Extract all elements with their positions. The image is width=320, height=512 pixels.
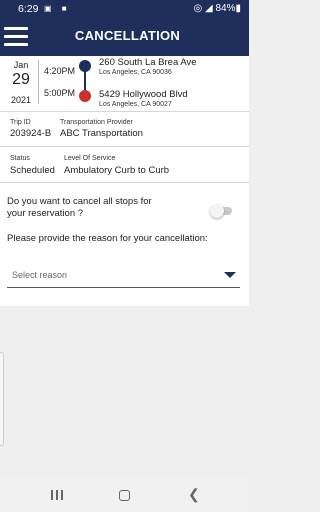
trip-day: 29	[12, 71, 30, 88]
reason-prompt: Please provide the reason for your cance…	[7, 233, 208, 244]
dropoff-address: 5429 Hollywood Blvd	[99, 89, 188, 100]
divider	[0, 146, 249, 147]
system-nav-bar: ❮	[0, 478, 249, 512]
home-icon[interactable]	[119, 490, 130, 501]
trip-month: Jan	[13, 60, 29, 70]
service-label: Level Of Service	[64, 155, 116, 162]
provider-value: ABC Transportation	[60, 128, 143, 139]
trip-id-value: 203924-B	[10, 128, 52, 139]
reason-placeholder: Select reason	[12, 270, 68, 280]
status-label: Status	[10, 155, 30, 162]
divider	[0, 111, 249, 112]
status-indicators: ◎ ◢ 84%▮	[193, 3, 242, 14]
pickup-dot-icon	[79, 60, 91, 72]
provider-label: Transportation Provider	[60, 119, 133, 126]
back-icon[interactable]: ❮	[188, 486, 200, 503]
dropoff-city: Los Angeles, CA 90027	[99, 101, 172, 108]
reason-select[interactable]: Select reason	[7, 264, 240, 288]
cancel-all-toggle[interactable]	[210, 204, 234, 218]
trip-date: Jan 29 2021	[8, 60, 34, 105]
trip-id-label: Trip ID	[10, 119, 31, 126]
status-bar: 6:29 ▣ ■ ◎ ◢ 84%▮	[0, 0, 249, 18]
status-time: 6:29	[18, 3, 39, 15]
dropoff-time: 5:00PM	[44, 88, 76, 98]
recents-icon[interactable]	[51, 490, 63, 500]
pickup-city: Los Angeles, CA 90036	[99, 69, 172, 76]
date-divider	[38, 60, 39, 104]
divider	[0, 182, 249, 183]
trip-card: Jan 29 2021 4:20PM 5:00PM 260 South La B…	[0, 56, 249, 306]
caret-down-icon	[224, 272, 236, 278]
side-panel-handle[interactable]	[0, 352, 4, 446]
dropoff-dot-icon	[79, 90, 91, 102]
status-value: Scheduled	[10, 165, 55, 176]
trip-year: 2021	[10, 95, 32, 105]
pickup-time: 4:20PM	[44, 66, 76, 76]
notification-icons: ▣ ■	[44, 4, 71, 13]
cancel-all-question: Do you want to cancel all stops for your…	[7, 196, 152, 219]
toggle-knob	[210, 204, 224, 218]
service-value: Ambulatory Curb to Curb	[64, 165, 170, 176]
app-bar: CANCELLATION	[0, 18, 249, 56]
pickup-address: 260 South La Brea Ave	[99, 57, 197, 68]
page-title: CANCELLATION	[74, 28, 181, 43]
